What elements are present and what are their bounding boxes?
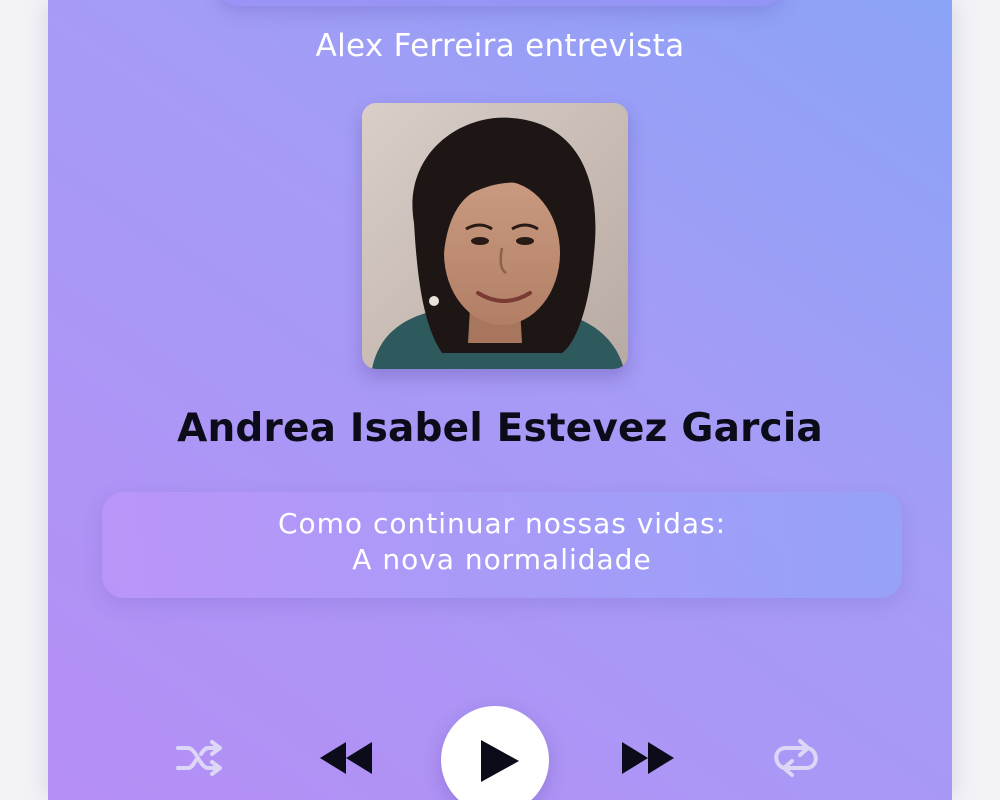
fast-forward-button[interactable] — [620, 738, 678, 778]
fast-forward-icon — [622, 742, 674, 774]
topic-line-2: A nova normalidade — [352, 543, 652, 576]
guest-name: Andrea Isabel Estevez Garcia — [177, 406, 823, 451]
guest-photo — [362, 103, 628, 369]
player-screen: Alex Ferreira entrevista Andrea Isabel E… — [48, 0, 952, 800]
repeat-button[interactable] — [766, 736, 826, 780]
shuffle-icon — [176, 740, 222, 776]
host-label: Alex Ferreira entrevista — [315, 28, 685, 64]
rewind-button[interactable] — [318, 738, 376, 778]
shuffle-button[interactable] — [174, 738, 226, 778]
repeat-icon — [774, 739, 818, 777]
playback-controls — [48, 700, 952, 800]
rewind-icon — [320, 742, 372, 774]
topic-line-1: Como continuar nossas vidas: — [277, 507, 727, 540]
episode-topic-card: Como continuar nossas vidas: A nova norm… — [102, 492, 902, 598]
top-bar — [218, 0, 782, 6]
play-icon — [481, 740, 519, 782]
play-button[interactable] — [441, 706, 549, 800]
